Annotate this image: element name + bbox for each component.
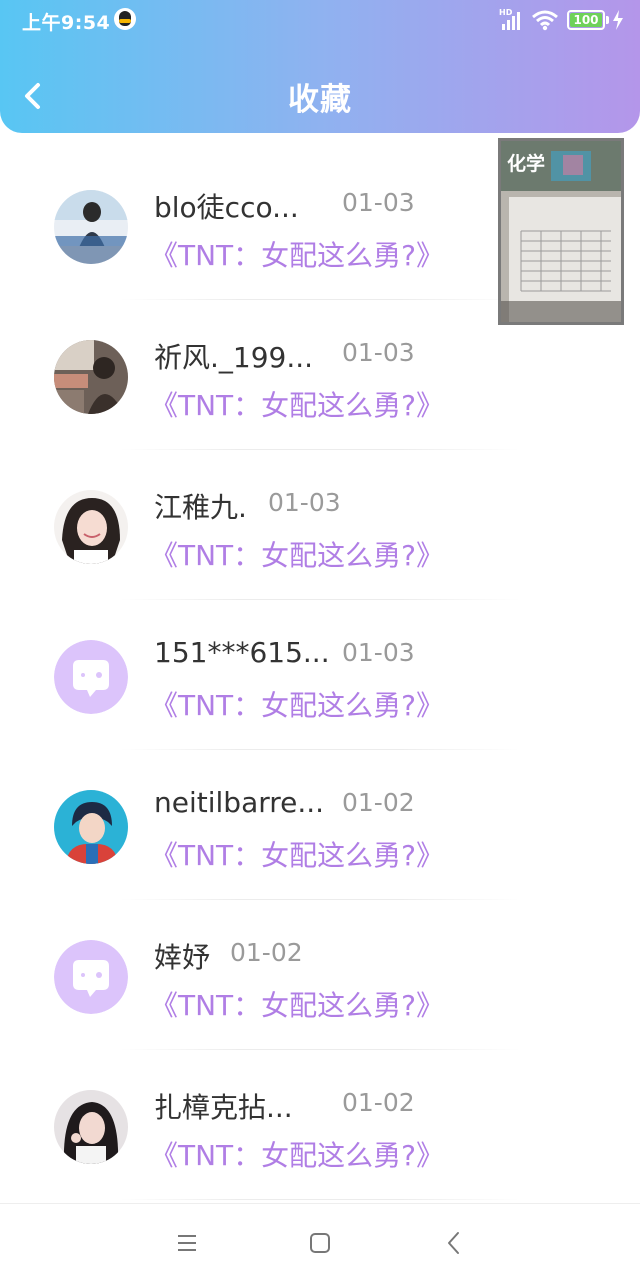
status-bar: 上午9:54 HD 100 (0, 0, 640, 40)
date-label: 01-03 (342, 188, 415, 217)
avatar[interactable] (54, 490, 128, 564)
default-chat-icon[interactable] (54, 640, 128, 714)
battery-level: 100 (573, 13, 599, 27)
list-item[interactable]: 151***615... 01-03 《TNT：女配这么勇?》 (0, 600, 640, 750)
status-time: 上午9:54 (22, 12, 111, 34)
home-square-icon[interactable] (309, 1232, 331, 1254)
qq-notification-icon (114, 8, 136, 30)
date-label: 01-02 (230, 938, 303, 967)
book-title[interactable]: 《TNT：女配这么勇?》 (150, 684, 444, 724)
user-name: blo徒cco... (154, 191, 299, 224)
user-name: 婞妤 (154, 941, 211, 974)
user-name: 151***615... (154, 636, 330, 669)
avatar[interactable] (54, 790, 128, 864)
book-title[interactable]: 《TNT：女配这么勇?》 (150, 984, 444, 1024)
signal-icon (502, 12, 520, 30)
book-title[interactable]: 《TNT：女配这么勇?》 (150, 384, 444, 424)
floating-video-window[interactable]: 化学 (498, 138, 624, 325)
default-chat-icon[interactable] (54, 940, 128, 1014)
list-item[interactable]: neitilbarre... 01-02 《TNT：女配这么勇?》 (0, 750, 640, 900)
date-label: 01-02 (342, 1088, 415, 1117)
list-item[interactable]: 婞妤 01-02 《TNT：女配这么勇?》 (0, 900, 640, 1050)
charging-icon (613, 10, 623, 30)
system-nav-bar (0, 1203, 640, 1280)
date-label: 01-03 (342, 638, 415, 667)
page-title: 收藏 (288, 82, 352, 118)
back-triangle-icon[interactable] (443, 1231, 465, 1255)
date-label: 01-03 (268, 488, 341, 517)
avatar[interactable] (54, 1090, 128, 1164)
user-name: 祈风._199... (154, 341, 314, 374)
avatar[interactable] (54, 190, 128, 264)
date-label: 01-02 (342, 788, 415, 817)
book-title[interactable]: 《TNT：女配这么勇?》 (150, 834, 444, 874)
list-item[interactable]: 扎樟克拈... 01-02 《TNT：女配这么勇?》 (0, 1050, 640, 1200)
header-bar: 上午9:54 HD 100 收藏 (0, 0, 640, 133)
user-name: 扎樟克拈... (154, 1091, 293, 1124)
book-title[interactable]: 《TNT：女配这么勇?》 (150, 234, 444, 274)
battery-icon: 100 (567, 10, 605, 30)
menu-icon[interactable] (176, 1232, 198, 1254)
wifi-icon (532, 10, 558, 31)
list-item[interactable]: 江稚九. 01-03 《TNT：女配这么勇?》 (0, 450, 640, 600)
divider (120, 1199, 520, 1200)
avatar[interactable] (54, 340, 128, 414)
battery-tip (606, 16, 609, 24)
date-label: 01-03 (342, 338, 415, 367)
book-title[interactable]: 《TNT：女配这么勇?》 (150, 534, 444, 574)
user-name: 江稚九. (154, 491, 247, 524)
floating-window-label: 化学 (507, 153, 546, 175)
book-title[interactable]: 《TNT：女配这么勇?》 (150, 1134, 444, 1174)
user-name: neitilbarre... (154, 786, 325, 819)
